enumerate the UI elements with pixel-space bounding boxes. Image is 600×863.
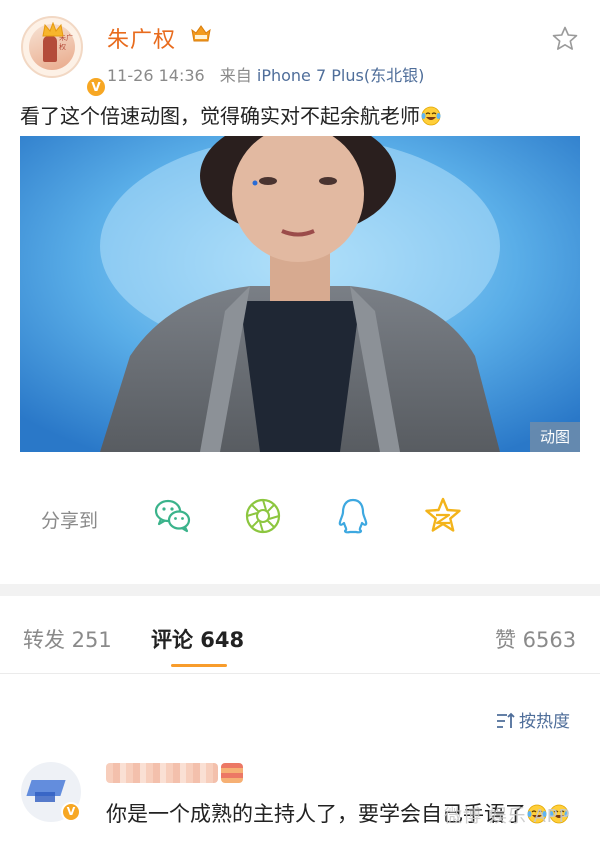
post-time: 11-26 14:36 bbox=[107, 66, 205, 85]
interaction-tabs: 转发 251 评论 648 赞 6563 bbox=[0, 596, 600, 674]
share-bar: 分享到 bbox=[0, 480, 600, 555]
qzone-star-icon[interactable] bbox=[423, 496, 463, 536]
favorite-star-icon[interactable] bbox=[551, 25, 579, 53]
gif-badge: 动图 bbox=[530, 422, 580, 452]
moments-icon[interactable] bbox=[243, 496, 283, 536]
watermark: 微博 娱乐 APP bbox=[444, 806, 571, 827]
author-name[interactable]: 朱广权 bbox=[107, 22, 176, 54]
tab-reposts[interactable]: 转发 251 bbox=[23, 624, 112, 654]
commenter-name-blurred[interactable] bbox=[106, 763, 218, 783]
post-text-content: 看了这个倍速动图，觉得确实对不起余航老师 bbox=[20, 104, 420, 128]
crown-icon bbox=[42, 22, 64, 37]
gif-frame bbox=[20, 136, 580, 452]
sort-icon bbox=[497, 712, 515, 728]
source-prefix: 来自 bbox=[219, 66, 252, 85]
vip-crown-icon[interactable] bbox=[190, 24, 212, 44]
author-avatar[interactable]: 朱广权 V bbox=[21, 16, 107, 98]
tab-likes[interactable]: 赞 6563 bbox=[495, 624, 576, 654]
verified-badge-icon: V bbox=[85, 76, 107, 98]
post-meta: 11-26 14:36 来自 iPhone 7 Plus(东北银) bbox=[107, 62, 424, 86]
section-divider bbox=[0, 584, 600, 596]
commenter-badge-blurred-icon bbox=[221, 763, 243, 783]
wechat-icon[interactable] bbox=[153, 496, 193, 536]
post-header: 朱广权 V 朱广权 11-26 14:36 来自 iPhone 7 Plus(东… bbox=[0, 0, 600, 98]
sort-label: 按热度 bbox=[519, 712, 570, 732]
avatar-figure bbox=[43, 36, 57, 62]
qq-icon[interactable] bbox=[333, 496, 373, 536]
share-label: 分享到 bbox=[41, 510, 99, 532]
post-gif-image[interactable]: 动图 bbox=[20, 136, 580, 452]
active-tab-indicator bbox=[171, 664, 227, 667]
sort-by-popularity-button[interactable]: 按热度 bbox=[496, 707, 570, 732]
tab-comments[interactable]: 评论 648 bbox=[151, 624, 244, 654]
laugh-cry-emoji-icon bbox=[421, 106, 441, 126]
post-source[interactable]: iPhone 7 Plus(东北银) bbox=[257, 66, 424, 85]
post-text: 看了这个倍速动图，觉得确实对不起余航老师 bbox=[20, 100, 580, 129]
avatar-blur-shape bbox=[35, 792, 55, 802]
commenter-verified-icon: V bbox=[61, 802, 81, 822]
